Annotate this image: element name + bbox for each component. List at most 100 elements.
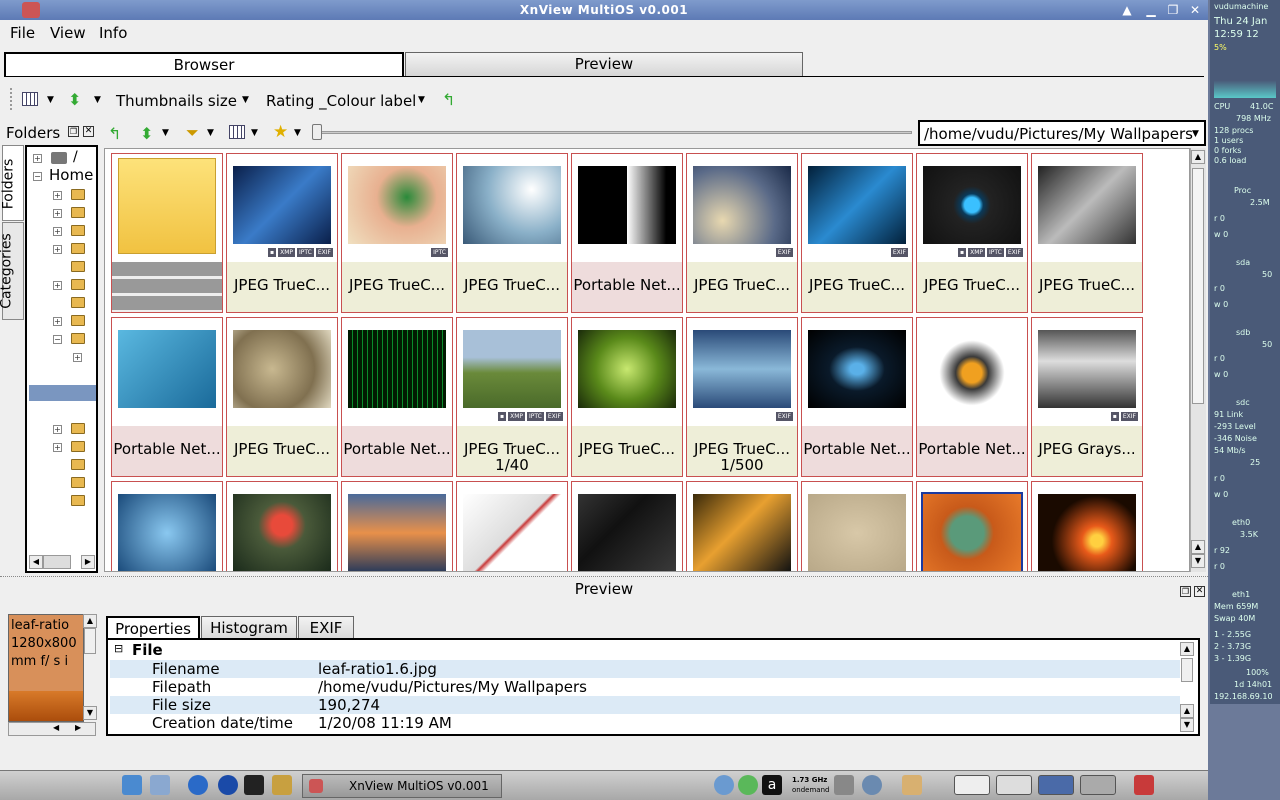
- scroll-right-icon[interactable]: ▶: [81, 555, 95, 569]
- folders-tree[interactable]: + / − Home + + + + + + − + + + ◀ ▶: [25, 145, 98, 573]
- notes-icon[interactable]: [272, 775, 292, 795]
- folder-icon[interactable]: [71, 207, 85, 218]
- sort-icon[interactable]: ⬍: [68, 90, 81, 109]
- scroll-up-icon[interactable]: ▲: [1180, 642, 1194, 656]
- scrollbar-thumb[interactable]: [1181, 658, 1193, 682]
- thumbnail-cell[interactable]: [111, 481, 223, 571]
- tree-selected-row[interactable]: [29, 385, 96, 401]
- scroll-left-icon[interactable]: ◀: [53, 723, 59, 732]
- view-mode-icon[interactable]: [22, 92, 38, 106]
- scroll-right-icon[interactable]: ▶: [75, 723, 81, 732]
- scrollbar-thumb[interactable]: [84, 628, 96, 654]
- folder-icon[interactable]: [71, 225, 85, 236]
- rating-dropdown-icon[interactable]: ▼: [418, 95, 425, 105]
- browser-icon[interactable]: [188, 775, 208, 795]
- folder-icon[interactable]: [71, 495, 85, 506]
- thumbnail-cell[interactable]: [226, 481, 338, 571]
- close-panel-icon[interactable]: ✕: [1194, 586, 1205, 597]
- path-input[interactable]: /home/vudu/Pictures/My Wallpapers: [918, 120, 1206, 146]
- property-row[interactable]: Filename leaf-ratio1.6.jpg: [110, 660, 1180, 678]
- tree-collapse-icon[interactable]: −: [33, 172, 42, 181]
- clock-icon[interactable]: [714, 775, 734, 795]
- desktop-pager-2[interactable]: [996, 775, 1032, 795]
- thumbnail-cell[interactable]: [341, 481, 453, 571]
- scroll-down-icon[interactable]: ▼: [83, 706, 97, 720]
- folder-icon[interactable]: [71, 423, 85, 434]
- scroll-up-icon[interactable]: ▲: [1180, 704, 1194, 718]
- tree-collapse-icon[interactable]: −: [53, 335, 62, 344]
- thumbnail-cell[interactable]: EXIF JPEG TrueC...: [686, 153, 798, 313]
- menu-info[interactable]: Info: [99, 24, 127, 42]
- tree-expand-icon[interactable]: +: [53, 317, 62, 326]
- maximize-icon[interactable]: ❐: [1164, 2, 1182, 18]
- scroll-up-icon[interactable]: ▲: [83, 614, 97, 628]
- filter-icon[interactable]: ⏷: [186, 123, 199, 143]
- sort-order-icon[interactable]: ⬍: [140, 124, 153, 143]
- thumbnail-cell[interactable]: [571, 481, 683, 571]
- amarok-icon[interactable]: a: [762, 775, 782, 795]
- tab-exif[interactable]: EXIF: [298, 616, 354, 640]
- network-icon[interactable]: [862, 775, 882, 795]
- layout-icon[interactable]: [229, 125, 245, 139]
- thumbnail-cell[interactable]: JPEG TrueC...: [226, 317, 338, 477]
- thumbnails-size-button[interactable]: Thumbnails size: [116, 92, 237, 110]
- grid-scrollbar[interactable]: ▲ ▲ ▼: [1190, 148, 1206, 572]
- thumbnail-cell[interactable]: [686, 481, 798, 571]
- sort-order-dropdown-icon[interactable]: ▼: [162, 128, 169, 138]
- tab-histogram[interactable]: Histogram: [201, 616, 297, 640]
- thumbnail-cell[interactable]: [1031, 481, 1143, 571]
- folder-icon[interactable]: [71, 297, 85, 308]
- task-xnview[interactable]: XnView MultiOS v0.001: [302, 774, 502, 798]
- thumbnails-size-dropdown-icon[interactable]: ▼: [242, 95, 249, 105]
- folder-icon[interactable]: [71, 315, 85, 326]
- menu-view[interactable]: View: [50, 24, 86, 42]
- desktop-pager-4[interactable]: [1080, 775, 1116, 795]
- back-icon[interactable]: ↰: [108, 124, 121, 143]
- thumb-size-slider[interactable]: [312, 131, 912, 134]
- path-dropdown-icon[interactable]: ▼: [1192, 129, 1199, 139]
- splitter[interactable]: [0, 576, 1208, 578]
- logout-icon[interactable]: [1134, 775, 1154, 795]
- folder-icon[interactable]: [71, 441, 85, 452]
- property-row[interactable]: File size 190,274: [110, 696, 1180, 714]
- close-icon[interactable]: ✕: [1186, 2, 1204, 18]
- launcher-icon[interactable]: [122, 775, 142, 795]
- float-icon[interactable]: ❐: [68, 126, 79, 137]
- scroll-down-icon[interactable]: ▼: [1180, 718, 1194, 732]
- filter-dropdown-icon[interactable]: ▼: [207, 128, 214, 138]
- folder-icon[interactable]: [71, 333, 85, 344]
- scroll-down-icon[interactable]: ▼: [1191, 554, 1205, 568]
- layout-dropdown-icon[interactable]: ▼: [251, 128, 258, 138]
- thumbnail-cell[interactable]: [456, 481, 568, 571]
- tree-item-home[interactable]: Home: [49, 166, 93, 184]
- scroll-up-icon[interactable]: ▲: [1191, 150, 1205, 164]
- storage-icon[interactable]: [902, 775, 922, 795]
- vtab-folders[interactable]: Folders: [0, 145, 24, 221]
- thumbnail-cell[interactable]: [111, 153, 223, 313]
- slider-handle[interactable]: [312, 124, 322, 140]
- thumbnail-cell-selected[interactable]: [916, 481, 1028, 571]
- preview-hscroll[interactable]: ◀ ▶: [8, 722, 96, 736]
- minimize-icon[interactable]: ▁: [1142, 2, 1160, 18]
- tab-browser[interactable]: Browser: [4, 52, 404, 77]
- tree-expand-icon[interactable]: +: [53, 227, 62, 236]
- thumbnail-cell[interactable]: JPEG TrueC...: [571, 317, 683, 477]
- thumbnail-cell[interactable]: ▪ EXIF JPEG Grays...: [1031, 317, 1143, 477]
- rating-filter-dropdown-icon[interactable]: ▼: [294, 128, 301, 138]
- refresh-icon[interactable]: ↰: [442, 90, 455, 109]
- tree-expand-icon[interactable]: +: [53, 281, 62, 290]
- folder-icon[interactable]: [71, 459, 85, 470]
- folder-icon[interactable]: [71, 243, 85, 254]
- tree-expand-icon[interactable]: +: [73, 353, 82, 362]
- thumbnail-cell[interactable]: [801, 481, 913, 571]
- scrollbar-thumb[interactable]: [1192, 168, 1204, 404]
- mail-icon[interactable]: [150, 775, 170, 795]
- thumbnail-cell[interactable]: IPTC JPEG TrueC...: [341, 153, 453, 313]
- tab-preview[interactable]: Preview: [405, 52, 803, 77]
- shade-icon[interactable]: ▲: [1118, 2, 1136, 18]
- tab-properties[interactable]: Properties: [106, 616, 200, 640]
- folder-icon[interactable]: [71, 477, 85, 488]
- collapse-icon[interactable]: ⊟: [114, 642, 123, 655]
- properties-list[interactable]: ⊟ File Filename leaf-ratio1.6.jpg Filepa…: [106, 638, 1200, 736]
- folder-icon[interactable]: [71, 279, 85, 290]
